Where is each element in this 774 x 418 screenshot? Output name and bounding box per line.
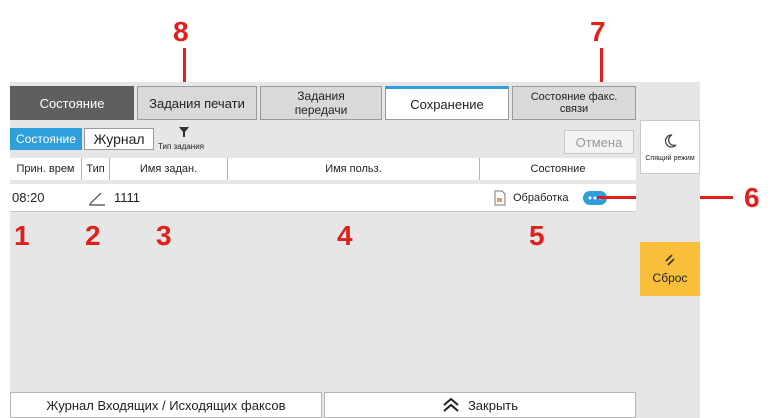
document-icon [494, 190, 506, 206]
callout-3: 3 [156, 220, 172, 251]
column-header-user-name[interactable]: Имя польз. [228, 158, 480, 180]
callout-1: 1 [14, 220, 30, 251]
callout-8: 8 [173, 16, 189, 47]
reset-button[interactable]: Сброс [640, 242, 700, 296]
reset-icon [665, 254, 675, 266]
column-header-status[interactable]: Состояние [480, 158, 636, 180]
cell-status: Обработка [513, 192, 569, 204]
pencil-icon [89, 192, 105, 206]
table-row[interactable]: 08:20 1111 Обработка [10, 184, 636, 212]
tab-fax-status[interactable]: Состояние факс. связи [512, 86, 636, 120]
callout-2: 2 [85, 220, 101, 251]
close-label: Закрыть [467, 397, 519, 413]
cancel-button[interactable]: Отмена [564, 130, 634, 154]
column-header-job-name[interactable]: Имя задан. [110, 158, 228, 180]
callout-5: 5 [529, 220, 545, 251]
log-toggle[interactable]: Журнал [84, 128, 154, 150]
callout-4: 4 [337, 220, 353, 251]
close-button[interactable]: Закрыть [324, 392, 636, 418]
column-header-received-time[interactable]: Прин. врем [10, 158, 82, 180]
fax-log-button[interactable]: Журнал Входящих / Исходящих факсов [10, 392, 322, 418]
job-type-filter[interactable]: Тип задания [158, 126, 228, 154]
column-header-type[interactable]: Тип [82, 158, 110, 180]
tab-print-jobs[interactable]: Задания печати [137, 86, 257, 120]
tab-send-jobs[interactable]: Задания передачи [260, 86, 382, 120]
callout-7: 7 [590, 16, 606, 47]
tab-storage[interactable]: Сохранение [385, 86, 509, 120]
status-toggle[interactable]: Состояние [10, 128, 82, 150]
sleep-button[interactable]: Спящий режим [640, 120, 700, 174]
sleep-label: Спящий режим [645, 154, 695, 162]
reset-label: Сброс [652, 271, 688, 285]
moon-icon [664, 133, 677, 148]
filter-icon [179, 127, 189, 137]
tab-status[interactable]: Состояние [10, 86, 134, 120]
callout-6: 6 [744, 182, 760, 213]
job-type-filter-label: Тип задания [158, 142, 205, 151]
chevron-up-icon [443, 398, 459, 412]
cell-job-name: 1111 [114, 190, 141, 205]
cell-time: 08:20 [12, 190, 45, 205]
